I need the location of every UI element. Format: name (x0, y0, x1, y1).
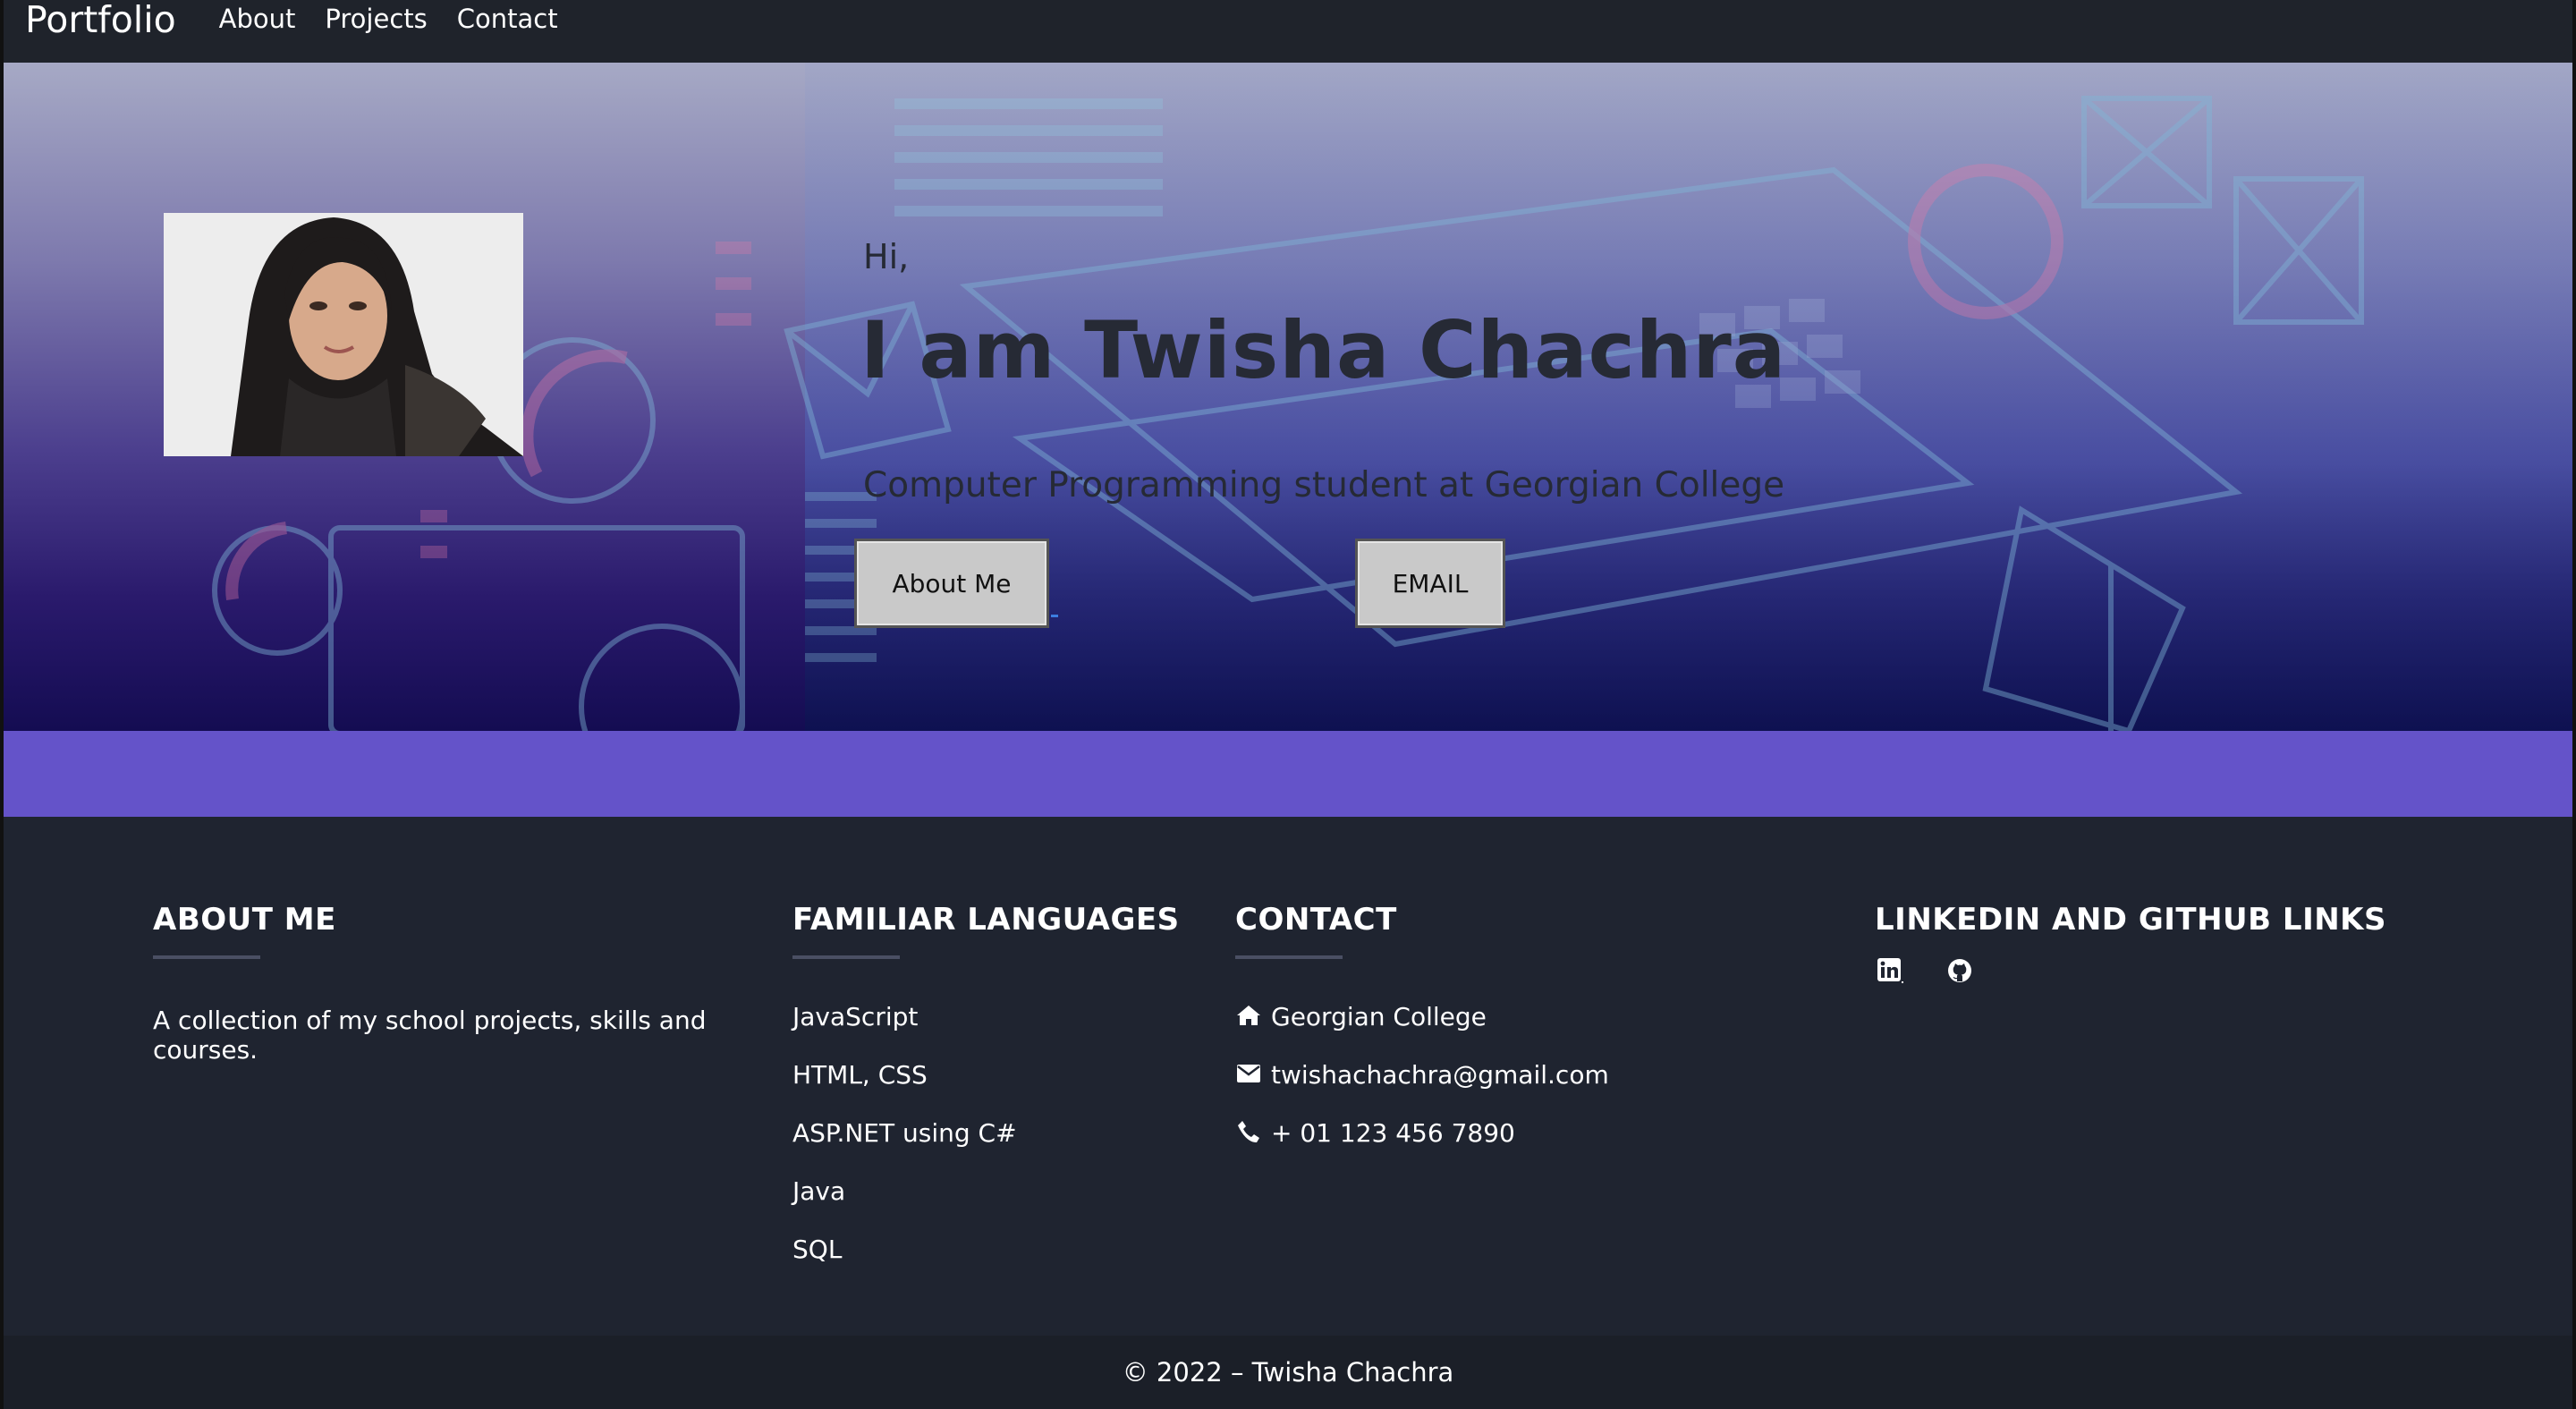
language-item: HTML, CSS (792, 1060, 928, 1090)
heading-divider (792, 955, 900, 959)
contact-phone: + 01 123 456 7890 (1235, 1118, 1817, 1176)
heading-divider (1235, 955, 1343, 959)
accent-band (0, 731, 2576, 817)
heading-divider (153, 955, 260, 959)
footer-about-column: ABOUT ME A collection of my school proje… (153, 902, 734, 1065)
window-edge-left (0, 0, 4, 1409)
language-item: SQL (792, 1235, 843, 1264)
phone-icon (1235, 1118, 1262, 1145)
nav-links: About Projects Contact (219, 4, 588, 34)
social-links (1875, 955, 2501, 986)
profile-photo (164, 213, 523, 456)
contact-list: Georgian College twishachachra@gmail.com… (1235, 1002, 1817, 1176)
nav-link-about[interactable]: About (219, 4, 296, 34)
hero-section: Hi, I am Twisha Chachra Computer Program… (0, 63, 2576, 731)
home-icon (1235, 1002, 1262, 1029)
github-icon[interactable] (1945, 955, 1975, 986)
footer: ABOUT ME A collection of my school proje… (0, 817, 2576, 1336)
footer-about-text: A collection of my school projects, skil… (153, 1006, 707, 1065)
footer-languages-column: FAMILIAR LANGUAGES JavaScript HTML, CSS … (792, 902, 1195, 1293)
contact-address: Georgian College (1235, 1002, 1817, 1060)
profile-photo-image (164, 213, 523, 456)
languages-list: JavaScript HTML, CSS ASP.NET using C# Ja… (792, 1002, 1195, 1293)
window-edge-right (2572, 0, 2576, 1409)
language-item: Java (792, 1176, 846, 1206)
linkedin-icon[interactable] (1875, 955, 1905, 986)
link-underline (1051, 615, 1058, 617)
nav-link-contact[interactable]: Contact (457, 4, 558, 34)
copyright-text: © 2022 – Twisha Chachra (1122, 1357, 1454, 1388)
footer-contact-heading: CONTACT (1235, 902, 1397, 938)
nav-link-projects[interactable]: Projects (325, 4, 427, 34)
footer-about-heading: ABOUT ME (153, 902, 336, 938)
footer-contact-column: CONTACT Georgian College twishachachra@g… (1235, 902, 1817, 1176)
navbar: Portfolio About Projects Contact (0, 0, 2576, 63)
copyright-bar: © 2022 – Twisha Chachra (0, 1336, 2576, 1409)
hero-greeting: Hi, (863, 237, 910, 276)
footer-languages-heading: FAMILIAR LANGUAGES (792, 902, 1180, 938)
contact-address-text: Georgian College (1271, 1002, 1487, 1031)
hero-name-heading: I am Twisha Chachra (860, 304, 1787, 396)
footer-links-column: LINKEDIN AND GITHUB LINKS (1875, 902, 2501, 986)
footer-links-heading: LINKEDIN AND GITHUB LINKS (1875, 902, 2387, 938)
about-me-button[interactable]: About Me (854, 539, 1049, 628)
envelope-icon (1235, 1060, 1262, 1087)
email-button[interactable]: EMAIL (1355, 539, 1505, 628)
language-item: ASP.NET using C# (792, 1118, 1017, 1148)
language-item: JavaScript (792, 1002, 919, 1031)
hero-tagline: Computer Programming student at Georgian… (863, 465, 1785, 505)
contact-phone-text: + 01 123 456 7890 (1271, 1118, 1515, 1148)
page: Portfolio About Projects Contact Hi, I a… (0, 0, 2576, 1409)
contact-email: twishachachra@gmail.com (1235, 1060, 1817, 1118)
contact-email-text[interactable]: twishachachra@gmail.com (1271, 1060, 1609, 1091)
brand-link[interactable]: Portfolio (25, 0, 176, 39)
